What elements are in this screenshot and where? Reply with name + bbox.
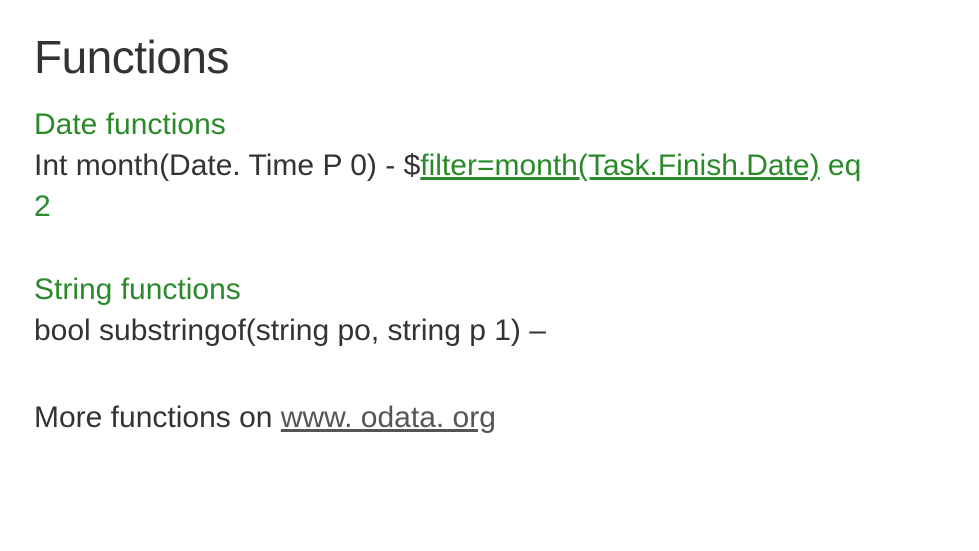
footer-section: More functions on www. odata. org: [34, 398, 945, 439]
odata-link[interactable]: www. odata. org: [281, 401, 496, 434]
string-functions-body: bool substringof(string po, string p 1) …: [34, 311, 945, 352]
filter-link[interactable]: filter=month(Task.Finish.Date): [420, 149, 819, 182]
slide-title: Functions: [34, 30, 945, 84]
footer-line: More functions on www. odata. org: [34, 398, 945, 439]
date-functions-heading: Date functions: [34, 108, 945, 142]
string-functions-section: String functions bool substringof(string…: [34, 273, 945, 352]
date-functions-body: Int month(Date. Time P 0) - $filter=mont…: [34, 146, 945, 187]
date-functions-section: Date functions Int month(Date. Time P 0)…: [34, 108, 945, 227]
string-functions-heading: String functions: [34, 273, 945, 307]
eq-value: 2: [34, 187, 945, 228]
footer-prefix: More functions on: [34, 401, 281, 434]
eq-text: eq: [820, 149, 862, 182]
date-func-prefix: Int month(Date. Time P 0) - $: [34, 149, 420, 182]
